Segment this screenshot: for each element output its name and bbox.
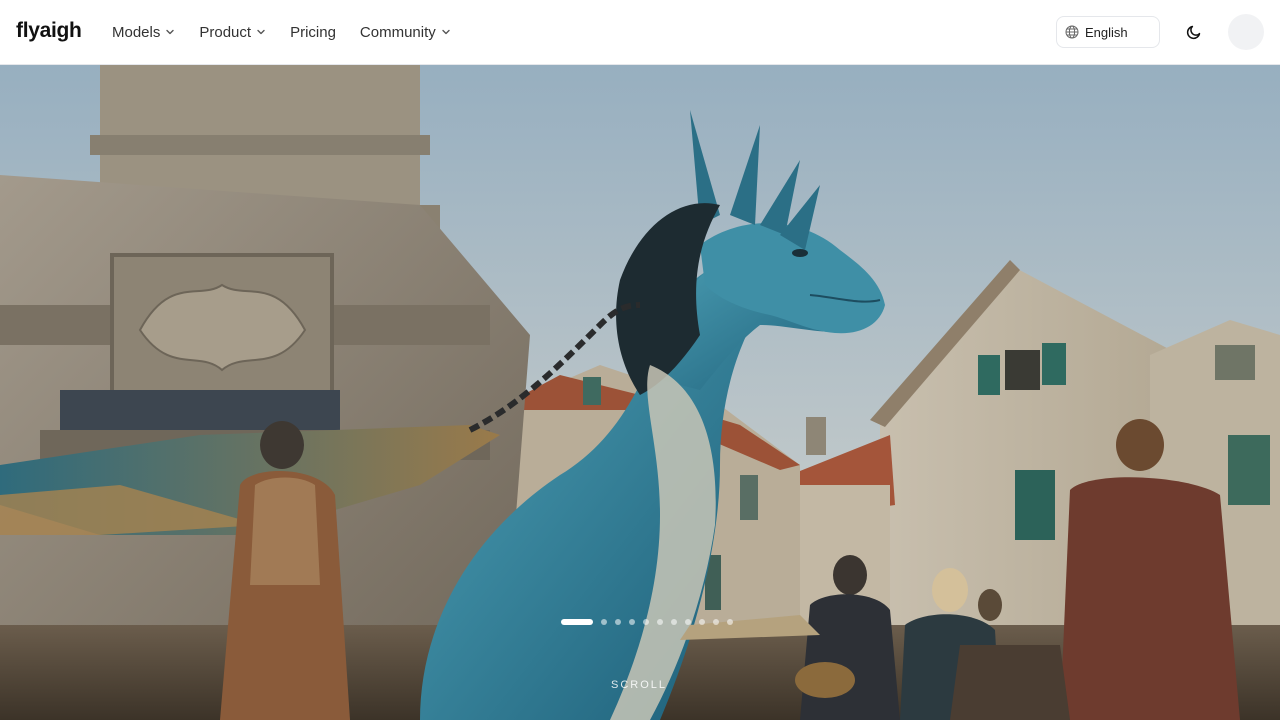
- user-avatar[interactable]: [1228, 14, 1264, 50]
- nav-item-label: Community: [359, 23, 436, 41]
- carousel-dot[interactable]: [643, 619, 649, 625]
- carousel-dot[interactable]: [601, 619, 607, 625]
- carousel-dot[interactable]: [671, 619, 677, 625]
- globe-icon: [1065, 25, 1079, 39]
- language-selector[interactable]: English: [1056, 16, 1160, 48]
- nav-item-label: Pricing: [290, 23, 336, 41]
- carousel-dot[interactable]: [561, 619, 593, 625]
- chevron-down-icon: [166, 29, 175, 35]
- chevron-down-icon: [257, 29, 265, 35]
- main-nav: Models Product Pricing Community: [112, 0, 475, 64]
- nav-item-models[interactable]: Models: [112, 24, 175, 41]
- nav-item-pricing[interactable]: Pricing: [290, 24, 336, 41]
- top-navbar: flyaigh Models Product Pricing Community…: [0, 0, 1280, 65]
- scroll-hint-label: SCROLL: [610, 679, 668, 691]
- hero-carousel: SCROLL: [0, 65, 1280, 720]
- carousel-dot[interactable]: [727, 619, 733, 625]
- carousel-pagination: [561, 619, 741, 625]
- language-label: English: [1085, 24, 1128, 40]
- carousel-dot[interactable]: [629, 619, 635, 625]
- carousel-dot[interactable]: [713, 619, 719, 625]
- carousel-dot[interactable]: [657, 619, 663, 625]
- scroll-hint[interactable]: SCROLL: [0, 679, 1280, 691]
- theme-toggle-button[interactable]: [1178, 16, 1210, 48]
- chevron-down-icon: [442, 29, 450, 35]
- nav-item-community[interactable]: Community: [360, 24, 451, 41]
- carousel-dot[interactable]: [615, 619, 621, 625]
- nav-item-label: Models: [112, 23, 161, 41]
- carousel-dot[interactable]: [699, 619, 705, 625]
- nav-item-product[interactable]: Product: [199, 24, 266, 41]
- carousel-dot[interactable]: [685, 619, 691, 625]
- brand-logo[interactable]: flyaigh: [16, 19, 82, 43]
- nav-item-label: Product: [199, 23, 252, 41]
- moon-icon: [1186, 25, 1201, 40]
